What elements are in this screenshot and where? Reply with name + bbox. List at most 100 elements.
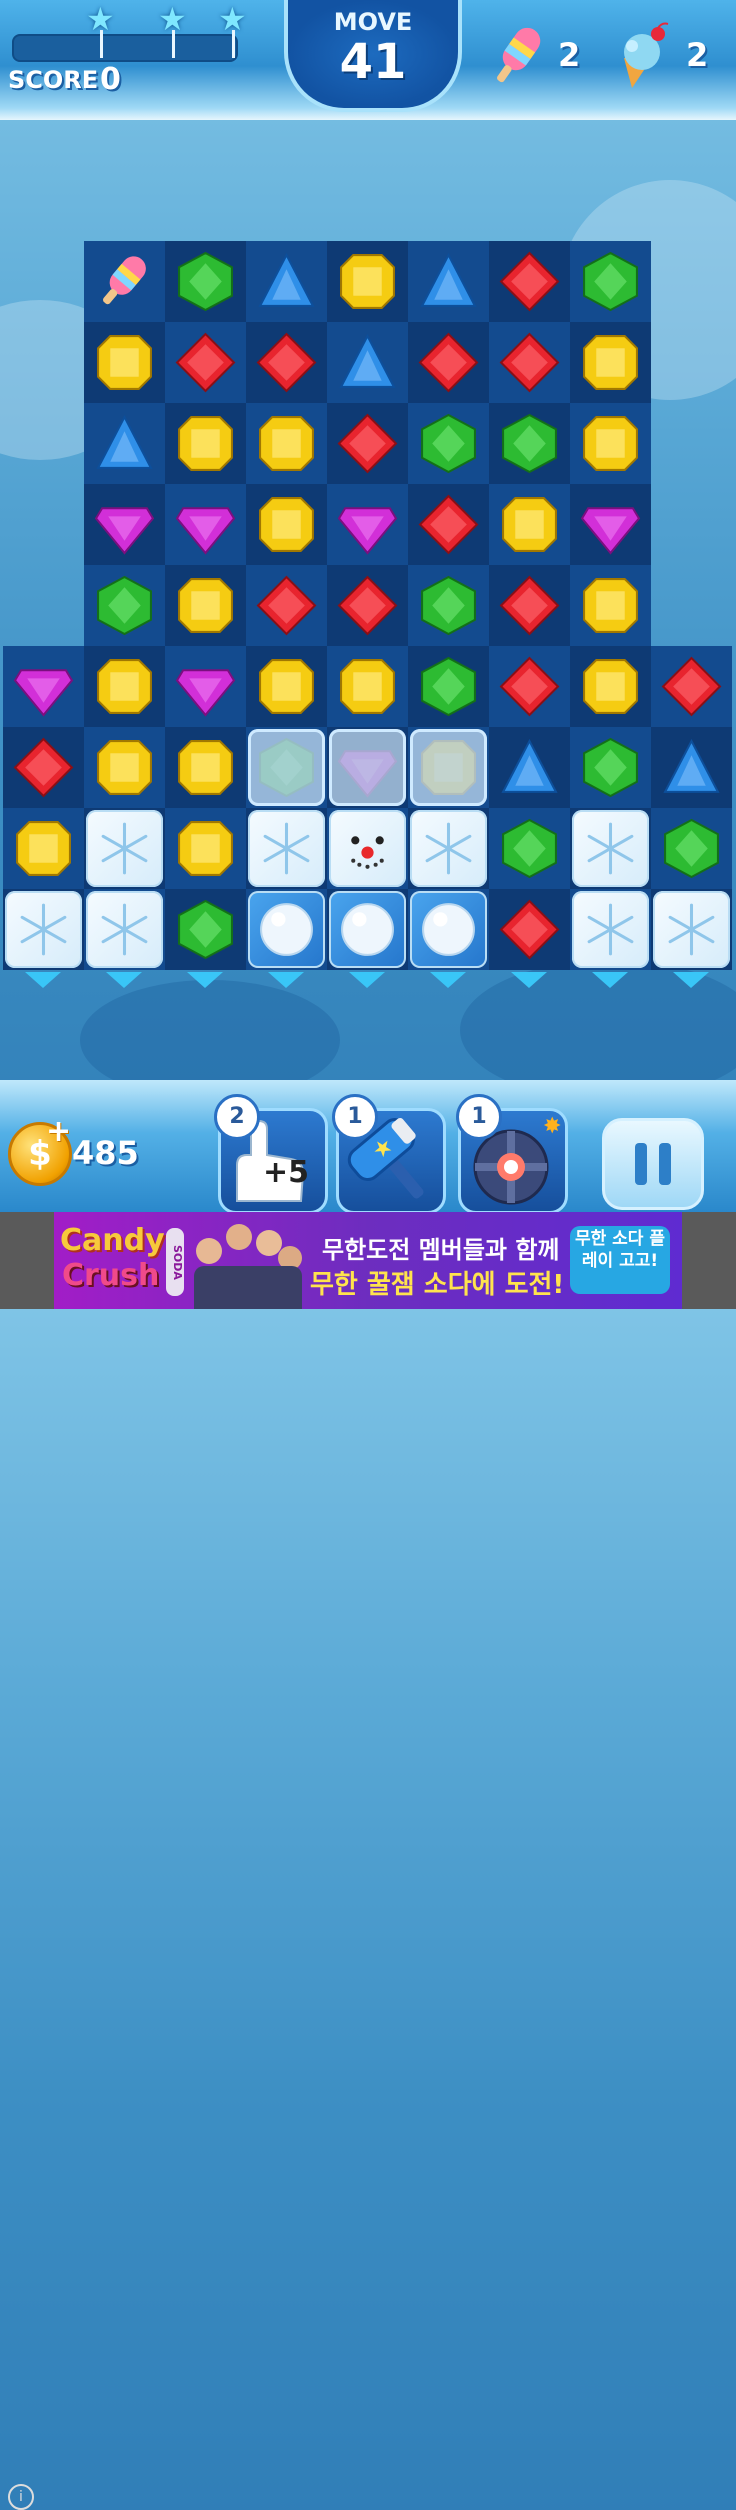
board-cell[interactable] xyxy=(489,808,570,889)
board-cell[interactable] xyxy=(651,646,732,727)
board-cell[interactable] xyxy=(408,403,489,484)
board-cell[interactable] xyxy=(489,322,570,403)
exit-arrow-icon xyxy=(592,972,628,988)
board-cell[interactable] xyxy=(3,646,84,727)
ad-brand-tag: SODA xyxy=(166,1228,184,1296)
board-cell[interactable] xyxy=(84,808,165,889)
board-cell[interactable] xyxy=(408,565,489,646)
board-cell[interactable] xyxy=(165,484,246,565)
ad-cta-button[interactable]: 무한 소다 플레이 고고! xyxy=(570,1226,670,1294)
ad-banner[interactable]: Candy Crush SODA 무한도전 멤버들과 함께 무한 꿀잼 소다에 … xyxy=(0,1212,736,2510)
board-cell[interactable] xyxy=(651,727,732,808)
ice-cover-icon xyxy=(410,729,487,806)
yellow-gem-icon xyxy=(580,656,641,717)
pause-icon xyxy=(635,1143,647,1185)
board-cell[interactable] xyxy=(651,808,732,889)
board-cell[interactable] xyxy=(408,646,489,727)
board-cell[interactable] xyxy=(327,484,408,565)
yellow-gem-icon xyxy=(94,656,155,717)
svg-text:✸: ✸ xyxy=(543,1114,561,1139)
board-cell[interactable] xyxy=(3,808,84,889)
exit-arrow-icon xyxy=(430,972,466,988)
board-cell[interactable] xyxy=(570,322,651,403)
info-icon[interactable]: i xyxy=(8,2484,34,2510)
board-cell[interactable] xyxy=(489,889,570,970)
board-cell[interactable] xyxy=(165,727,246,808)
board-cell[interactable] xyxy=(651,889,732,970)
board-cell[interactable] xyxy=(84,646,165,727)
board-cell[interactable] xyxy=(570,241,651,322)
board-cell[interactable] xyxy=(408,484,489,565)
ad-creative[interactable]: Candy Crush SODA 무한도전 멤버들과 함께 무한 꿀잼 소다에 … xyxy=(54,1212,682,1309)
board-cell[interactable] xyxy=(327,889,408,970)
board-cell[interactable] xyxy=(84,727,165,808)
red-gem-icon xyxy=(337,575,398,636)
yellow-gem-icon xyxy=(337,251,398,312)
board-cell[interactable] xyxy=(327,808,408,889)
red-gem-icon xyxy=(337,413,398,474)
board-cell[interactable] xyxy=(165,241,246,322)
board-cell[interactable] xyxy=(3,727,84,808)
board-cell[interactable] xyxy=(570,808,651,889)
exit-arrow-icon xyxy=(349,972,385,988)
board-cell[interactable] xyxy=(408,322,489,403)
board-cell[interactable] xyxy=(489,241,570,322)
board-cell[interactable] xyxy=(327,403,408,484)
snowball-icon xyxy=(256,899,317,960)
board-cell[interactable] xyxy=(165,889,246,970)
board-cell[interactable] xyxy=(84,241,165,322)
board-cell[interactable] xyxy=(246,241,327,322)
green-gem-icon xyxy=(94,575,155,636)
board-cell[interactable] xyxy=(489,403,570,484)
board-cell[interactable] xyxy=(246,646,327,727)
board-cell[interactable] xyxy=(570,889,651,970)
board-cell[interactable] xyxy=(84,322,165,403)
board-cell[interactable] xyxy=(84,889,165,970)
board-cell[interactable] xyxy=(408,727,489,808)
board-cell[interactable] xyxy=(570,484,651,565)
board-cell[interactable] xyxy=(3,889,84,970)
board-cell[interactable] xyxy=(246,322,327,403)
board-cell[interactable] xyxy=(246,565,327,646)
board-cell[interactable] xyxy=(570,403,651,484)
board-cell[interactable] xyxy=(84,484,165,565)
snowflake-icon xyxy=(256,818,317,879)
board-cell[interactable] xyxy=(165,403,246,484)
board-cell[interactable] xyxy=(327,646,408,727)
board-cell[interactable] xyxy=(570,565,651,646)
board-cell[interactable] xyxy=(165,808,246,889)
blue-gem-icon xyxy=(499,737,560,798)
board-cell[interactable] xyxy=(570,727,651,808)
board-cell[interactable] xyxy=(165,322,246,403)
board-cell[interactable] xyxy=(489,484,570,565)
buy-coins-plus-icon[interactable]: + xyxy=(46,1114,71,1149)
red-gem-icon xyxy=(175,332,236,393)
goal-popsicle-count: 2 xyxy=(558,36,581,74)
board-cell[interactable] xyxy=(246,403,327,484)
ad-headline: 무한도전 멤버들과 함께 xyxy=(322,1236,560,1264)
board-cell[interactable] xyxy=(84,403,165,484)
board-cell[interactable] xyxy=(165,646,246,727)
board-cell[interactable] xyxy=(570,646,651,727)
board-cell[interactable] xyxy=(489,565,570,646)
board-cell[interactable] xyxy=(165,565,246,646)
board-cell[interactable] xyxy=(408,808,489,889)
exit-arrow-icon xyxy=(511,972,547,988)
ice-cover-icon xyxy=(329,729,406,806)
red-gem-icon xyxy=(661,656,722,717)
board-cell[interactable] xyxy=(246,808,327,889)
board-cell[interactable] xyxy=(327,727,408,808)
board-cell[interactable] xyxy=(246,727,327,808)
board-cell[interactable] xyxy=(246,889,327,970)
board-cell[interactable] xyxy=(84,565,165,646)
board-cell[interactable] xyxy=(246,484,327,565)
board-cell[interactable] xyxy=(408,241,489,322)
board-cell[interactable] xyxy=(489,646,570,727)
board-cell[interactable] xyxy=(408,889,489,970)
board-cell[interactable] xyxy=(327,322,408,403)
board-cell[interactable] xyxy=(327,241,408,322)
goal-ice-cream xyxy=(610,22,680,88)
board-cell[interactable] xyxy=(327,565,408,646)
board-cell[interactable] xyxy=(489,727,570,808)
pause-button[interactable] xyxy=(602,1118,704,1210)
